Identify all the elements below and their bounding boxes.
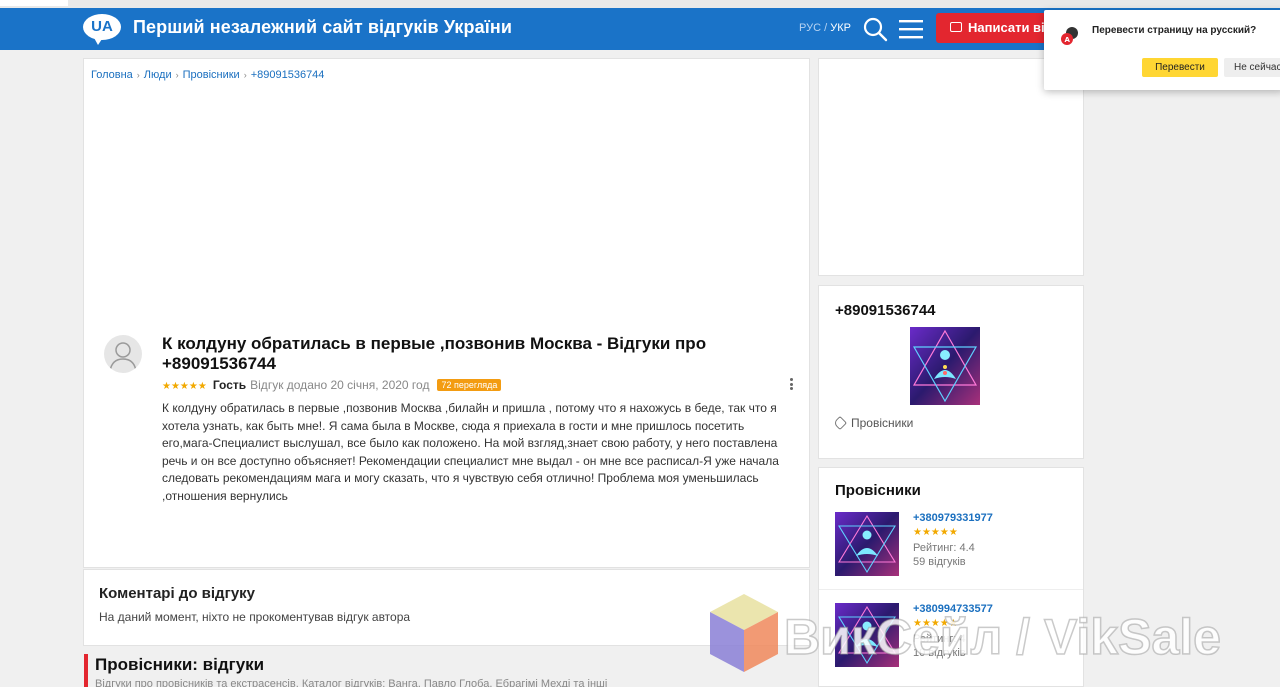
site-title[interactable]: Перший незалежний сайт відгуків України xyxy=(133,17,512,38)
lang-ru-link[interactable]: РУС xyxy=(799,22,821,34)
write-review-label: Написати від xyxy=(968,20,1053,35)
breadcrumb-separator: › xyxy=(243,70,247,80)
language-switch: РУС / УКР xyxy=(799,22,851,34)
review-date: Відгук додано 20 січня, 2020 год xyxy=(250,378,430,392)
lang-separator: / xyxy=(821,22,831,34)
comments-title: Коментарі до відгуку xyxy=(99,585,256,602)
tag-icon xyxy=(832,415,848,431)
category-list-title: Провісники xyxy=(835,482,921,499)
yandex-translate-icon: A xyxy=(1061,27,1078,45)
category-tag[interactable]: Провісники xyxy=(832,415,914,431)
list-item-review-count: 10 відгуків xyxy=(913,647,966,659)
breadcrumb-home[interactable]: Головна xyxy=(91,69,133,81)
list-item-phone[interactable]: +380994733577 xyxy=(913,603,993,615)
review-rating-stars: ★★★★★ xyxy=(162,381,207,392)
ad-placeholder xyxy=(818,58,1084,276)
breadcrumb: Головна › Люди › Провісники › +89091536744 xyxy=(91,69,324,81)
section-title: Провісники: відгуки xyxy=(95,655,265,674)
search-icon[interactable] xyxy=(862,16,888,42)
subject-card: +89091536744 Провісники xyxy=(818,285,1084,459)
browser-top-strip xyxy=(0,0,1280,8)
breadcrumb-category[interactable]: Провісники xyxy=(183,69,240,81)
site-logo[interactable]: UA xyxy=(83,14,121,45)
hamburger-menu-icon[interactable] xyxy=(899,18,923,40)
review-body: К колдуну обратилась в первые ,позвонив … xyxy=(162,401,779,503)
translate-question: Перевести страницу на русский? xyxy=(1092,25,1257,36)
translate-button[interactable]: Перевести xyxy=(1142,58,1218,77)
breadcrumb-separator: › xyxy=(136,70,140,80)
meditation-figure-image xyxy=(835,512,899,576)
list-item-rating: Рейтинг: 4.4 xyxy=(913,542,975,554)
list-divider xyxy=(819,589,1083,590)
svg-text:A: A xyxy=(1065,36,1071,44)
subject-phone: +89091536744 xyxy=(835,302,936,319)
list-item-rating: Рейтинг: 4 xyxy=(913,633,966,645)
meditation-figure-image xyxy=(835,603,899,667)
review-meta: ★★★★★ Гость Відгук додано 20 січня, 2020 г… xyxy=(162,378,502,392)
views-badge: 72 перегляда xyxy=(437,379,502,391)
category-list-card: Провісники +380979331977 ★★★★★ Рейтинг: … xyxy=(818,467,1084,687)
list-item[interactable]: +380979331977 ★★★★★ Рейтинг: 4.4 59 відг… xyxy=(819,512,1083,598)
review-author: Гость xyxy=(212,378,247,392)
category-tag-label: Провісники xyxy=(851,416,914,430)
user-silhouette-icon xyxy=(109,342,137,372)
comments-card xyxy=(83,569,810,646)
browser-tab-fragment xyxy=(0,0,68,6)
list-item[interactable]: +380994733577 ★★★★★ Рейтинг: 4 10 відгук… xyxy=(819,603,1083,687)
write-review-button[interactable]: Написати від xyxy=(936,13,1056,43)
breadcrumb-people[interactable]: Люди xyxy=(144,69,172,81)
translate-popup: A Перевести страницу на русский? Перевес… xyxy=(1044,10,1280,90)
list-item-stars: ★★★★★ xyxy=(913,618,958,629)
breadcrumb-separator: › xyxy=(175,70,179,80)
not-now-button[interactable]: Не сейчас xyxy=(1224,58,1280,77)
author-avatar xyxy=(104,335,142,373)
review-title: К колдуну обратилась в первые ,позвонив … xyxy=(162,334,707,373)
more-options-icon[interactable] xyxy=(788,378,794,392)
comments-empty-text: На даний момент, ніхто не прокоментував … xyxy=(99,610,411,624)
lang-ua-current[interactable]: УКР xyxy=(830,22,851,34)
comment-icon xyxy=(950,22,962,32)
meditation-figure-image xyxy=(910,327,980,405)
list-item-stars: ★★★★★ xyxy=(913,527,958,538)
logo-bubble-tail xyxy=(93,36,104,45)
breadcrumb-current[interactable]: +89091536744 xyxy=(251,69,325,81)
section-accent-bar xyxy=(84,654,88,687)
list-item-review-count: 59 відгуків xyxy=(913,556,966,568)
section-subtitle: Відгуки про провісників та екстрасенсів.… xyxy=(95,678,608,687)
list-item-phone[interactable]: +380979331977 xyxy=(913,512,993,524)
